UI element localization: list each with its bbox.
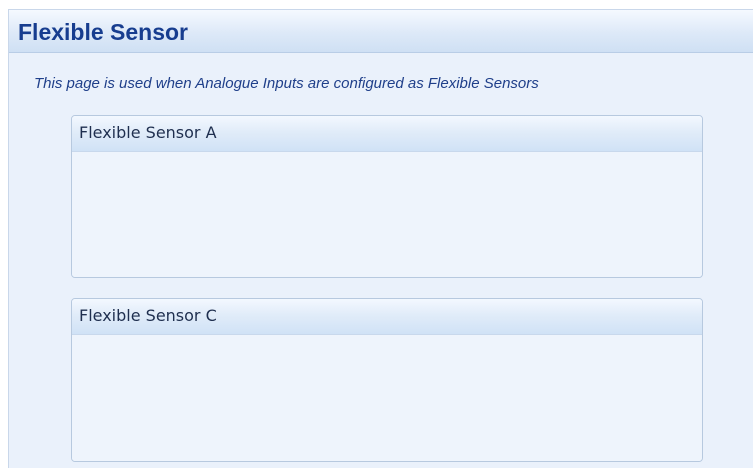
group-title: Flexible Sensor C [79, 306, 217, 325]
group-body [72, 335, 702, 461]
group-body [72, 152, 702, 277]
page-header: Flexible Sensor [9, 10, 753, 53]
page-description: This page is used when Analogue Inputs a… [34, 75, 539, 92]
group-title: Flexible Sensor A [79, 123, 217, 142]
content-panel: Flexible Sensor This page is used when A… [8, 9, 753, 468]
group-header: Flexible Sensor A [72, 116, 702, 152]
page-title: Flexible Sensor [18, 19, 189, 45]
flexible-sensor-c-group: Flexible Sensor C [71, 298, 703, 462]
group-header: Flexible Sensor C [72, 299, 702, 335]
flexible-sensor-a-group: Flexible Sensor A [71, 115, 703, 278]
page: Flexible Sensor This page is used when A… [0, 0, 753, 468]
